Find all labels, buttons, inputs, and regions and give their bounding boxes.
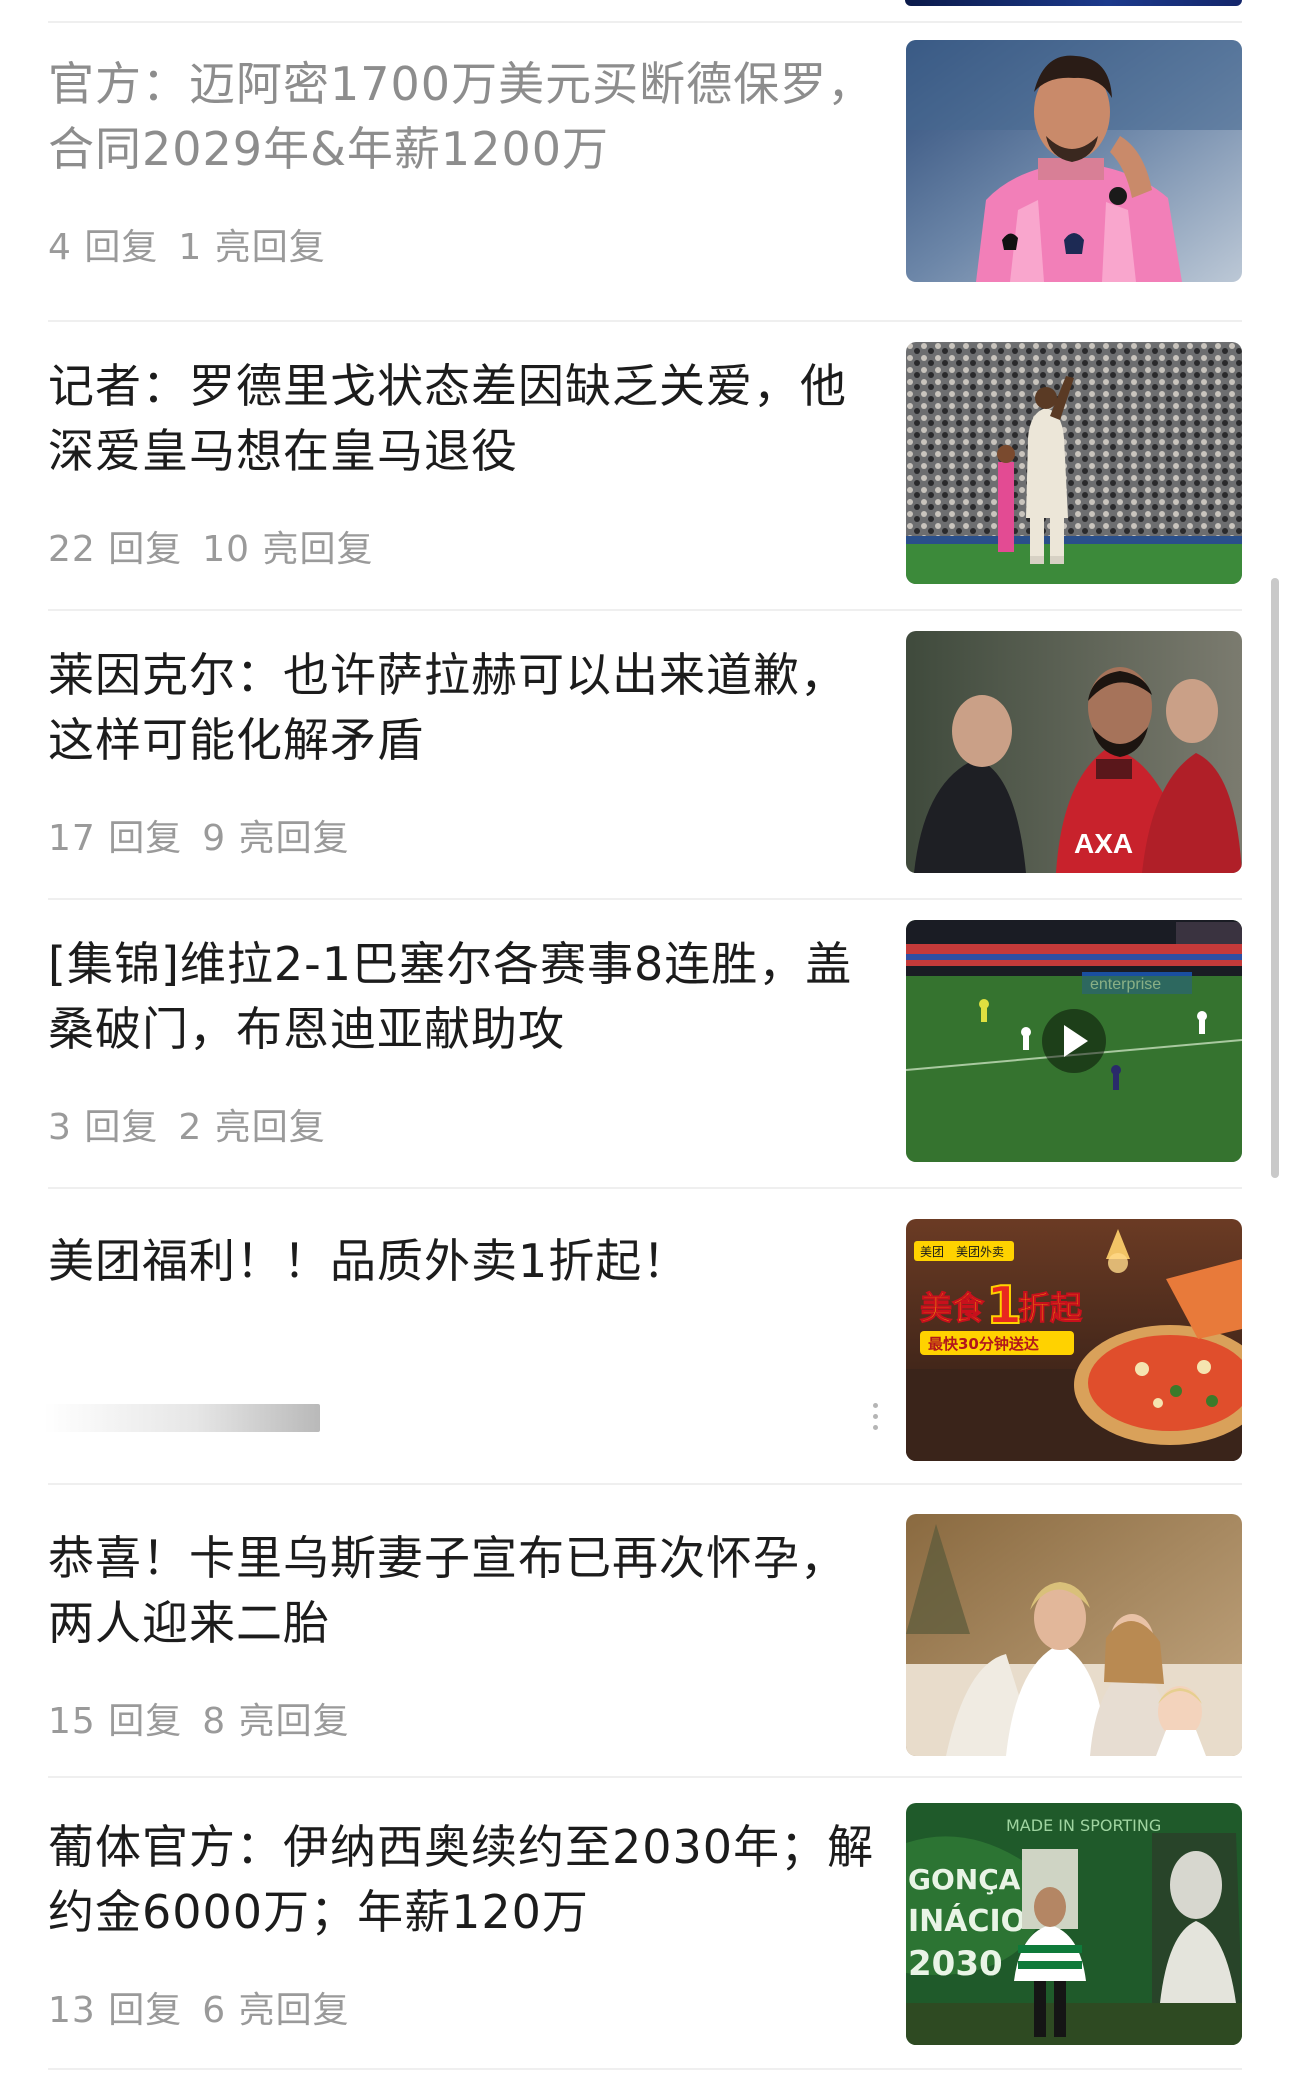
lit-reply-count: 9 亮回复 — [202, 818, 350, 859]
feed-item[interactable]: 官方：迈阿密1700万美元买断德保罗，合同2029年&年薪1200万 4 回复 1… — [0, 40, 1290, 330]
feed-item-meta: 15 回复 8 亮回复 — [48, 1692, 370, 1744]
ad-thumbnail[interactable]: 美团 美团外卖 美食 1 折起 最快30分钟送达 — [906, 1219, 1242, 1461]
feed-item-meta: 3 回复 2 亮回复 — [48, 1098, 346, 1150]
lit-reply-count: 1 亮回复 — [178, 227, 326, 268]
feed-item-meta: 13 回复 6 亮回复 — [48, 1981, 370, 2033]
divider — [48, 21, 1242, 23]
lit-reply-count: 10 亮回复 — [202, 529, 374, 570]
previous-thumbnail-edge[interactable] — [905, 0, 1242, 6]
feed-item[interactable]: 葡体官方：伊纳西奥续约至2030年；解约金6000万；年薪120万 13 回复 6… — [0, 1803, 1290, 2093]
wall-text-1: MADE IN SPORTING — [1006, 1816, 1161, 1835]
thumbnail-image — [906, 40, 1242, 282]
ad-headline-c: 折起 — [1018, 1289, 1083, 1327]
feed-item-meta: 22 回复 10 亮回复 — [48, 520, 394, 572]
thumbnail-image: enterprise — [906, 920, 1242, 1162]
ad-item[interactable]: 美团福利！！品质外卖1折起！ 美团 美团外卖 美食 1 折起 最快30分钟送达 — [0, 1219, 1290, 1509]
feed-item-title[interactable]: 官方：迈阿密1700万美元买断德保罗，合同2029年&年薪1200万 — [48, 52, 880, 182]
reply-count: 4 回复 — [48, 227, 159, 268]
feed-item[interactable]: 记者：罗德里戈状态差因缺乏关爱，他深爱皇马想在皇马退役 22 回复 10 亮回复 — [0, 342, 1290, 632]
thumbnail-image — [906, 342, 1242, 584]
feed-item-thumbnail[interactable]: AXA — [906, 631, 1242, 873]
thumbnail-image: 美团 美团外卖 美食 1 折起 最快30分钟送达 — [906, 1219, 1242, 1461]
lit-reply-count: 8 亮回复 — [202, 1701, 350, 1742]
feed-item-title[interactable]: 莱因克尔：也许萨拉赫可以出来道歉，这样可能化解矛盾 — [48, 643, 880, 773]
feed-item-title[interactable]: 葡体官方：伊纳西奥续约至2030年；解约金6000万；年薪120万 — [48, 1815, 880, 1945]
ad-headline-a: 美食 — [920, 1289, 985, 1327]
reply-count: 13 回复 — [48, 1990, 183, 2031]
thumbnail-image — [906, 1514, 1242, 1756]
reply-count: 17 回复 — [48, 818, 183, 859]
feed-item-thumbnail[interactable] — [906, 1514, 1242, 1756]
sponsor-text: AXA — [1074, 828, 1133, 859]
feed-item-title[interactable]: [集锦]维拉2-1巴塞尔各赛事8连胜，盖桑破门，布恩迪亚献助攻 — [48, 932, 880, 1062]
divider — [48, 2068, 1242, 2070]
ad-brand-sub: 美团外卖 — [956, 1245, 1004, 1259]
feed-item-thumbnail[interactable] — [906, 40, 1242, 282]
reply-count: 15 回复 — [48, 1701, 183, 1742]
ad-sponsor-label — [44, 1404, 320, 1432]
news-feed: 官方：迈阿密1700万美元买断德保罗，合同2029年&年薪1200万 4 回复 1… — [0, 0, 1290, 2074]
reply-count: 3 回复 — [48, 1107, 159, 1148]
wall-text-4: 2030 — [908, 1944, 1003, 1984]
feed-item[interactable]: [集锦]维拉2-1巴塞尔各赛事8连胜，盖桑破门，布恩迪亚献助攻 3 回复 2 亮回… — [0, 920, 1290, 1210]
feed-item-title[interactable]: 记者：罗德里戈状态差因缺乏关爱，他深爱皇马想在皇马退役 — [48, 354, 880, 484]
scrollbar[interactable] — [1271, 578, 1279, 1178]
divider — [48, 609, 1242, 611]
lit-reply-count: 2 亮回复 — [178, 1107, 326, 1148]
feed-item-thumbnail[interactable]: enterprise — [906, 920, 1242, 1162]
more-options-icon[interactable] — [872, 1403, 880, 1433]
feed-item[interactable]: 恭喜！卡里乌斯妻子宣布已再次怀孕，两人迎来二胎 15 回复 8 亮回复 — [0, 1514, 1290, 1804]
divider — [48, 1483, 1242, 1485]
feed-item-meta: 17 回复 9 亮回复 — [48, 809, 370, 861]
divider — [48, 320, 1242, 322]
ad-brand-badge: 美团 — [920, 1245, 944, 1259]
reply-count: 22 回复 — [48, 529, 183, 570]
ad-subline: 最快30分钟送达 — [928, 1335, 1039, 1353]
feed-item[interactable]: 莱因克尔：也许萨拉赫可以出来道歉，这样可能化解矛盾 17 回复 9 亮回复 AX… — [0, 631, 1290, 921]
divider — [48, 1776, 1242, 1778]
divider — [48, 898, 1242, 900]
feed-item-meta: 4 回复 1 亮回复 — [48, 218, 346, 270]
divider — [48, 1187, 1242, 1189]
lit-reply-count: 6 亮回复 — [202, 1990, 350, 2031]
feed-item-title[interactable]: 恭喜！卡里乌斯妻子宣布已再次怀孕，两人迎来二胎 — [48, 1526, 880, 1656]
feed-item-thumbnail[interactable]: MADE IN SPORTING GONÇALO INÁCIO 2030 — [906, 1803, 1242, 2045]
wall-text-3: INÁCIO — [908, 1903, 1026, 1939]
feed-item-thumbnail[interactable] — [906, 342, 1242, 584]
ad-headline-b: 1 — [986, 1276, 1022, 1336]
thumbnail-image: MADE IN SPORTING GONÇALO INÁCIO 2030 — [906, 1803, 1242, 2045]
ad-title[interactable]: 美团福利！！品质外卖1折起！ — [48, 1229, 880, 1294]
thumbnail-image: AXA — [906, 631, 1242, 873]
